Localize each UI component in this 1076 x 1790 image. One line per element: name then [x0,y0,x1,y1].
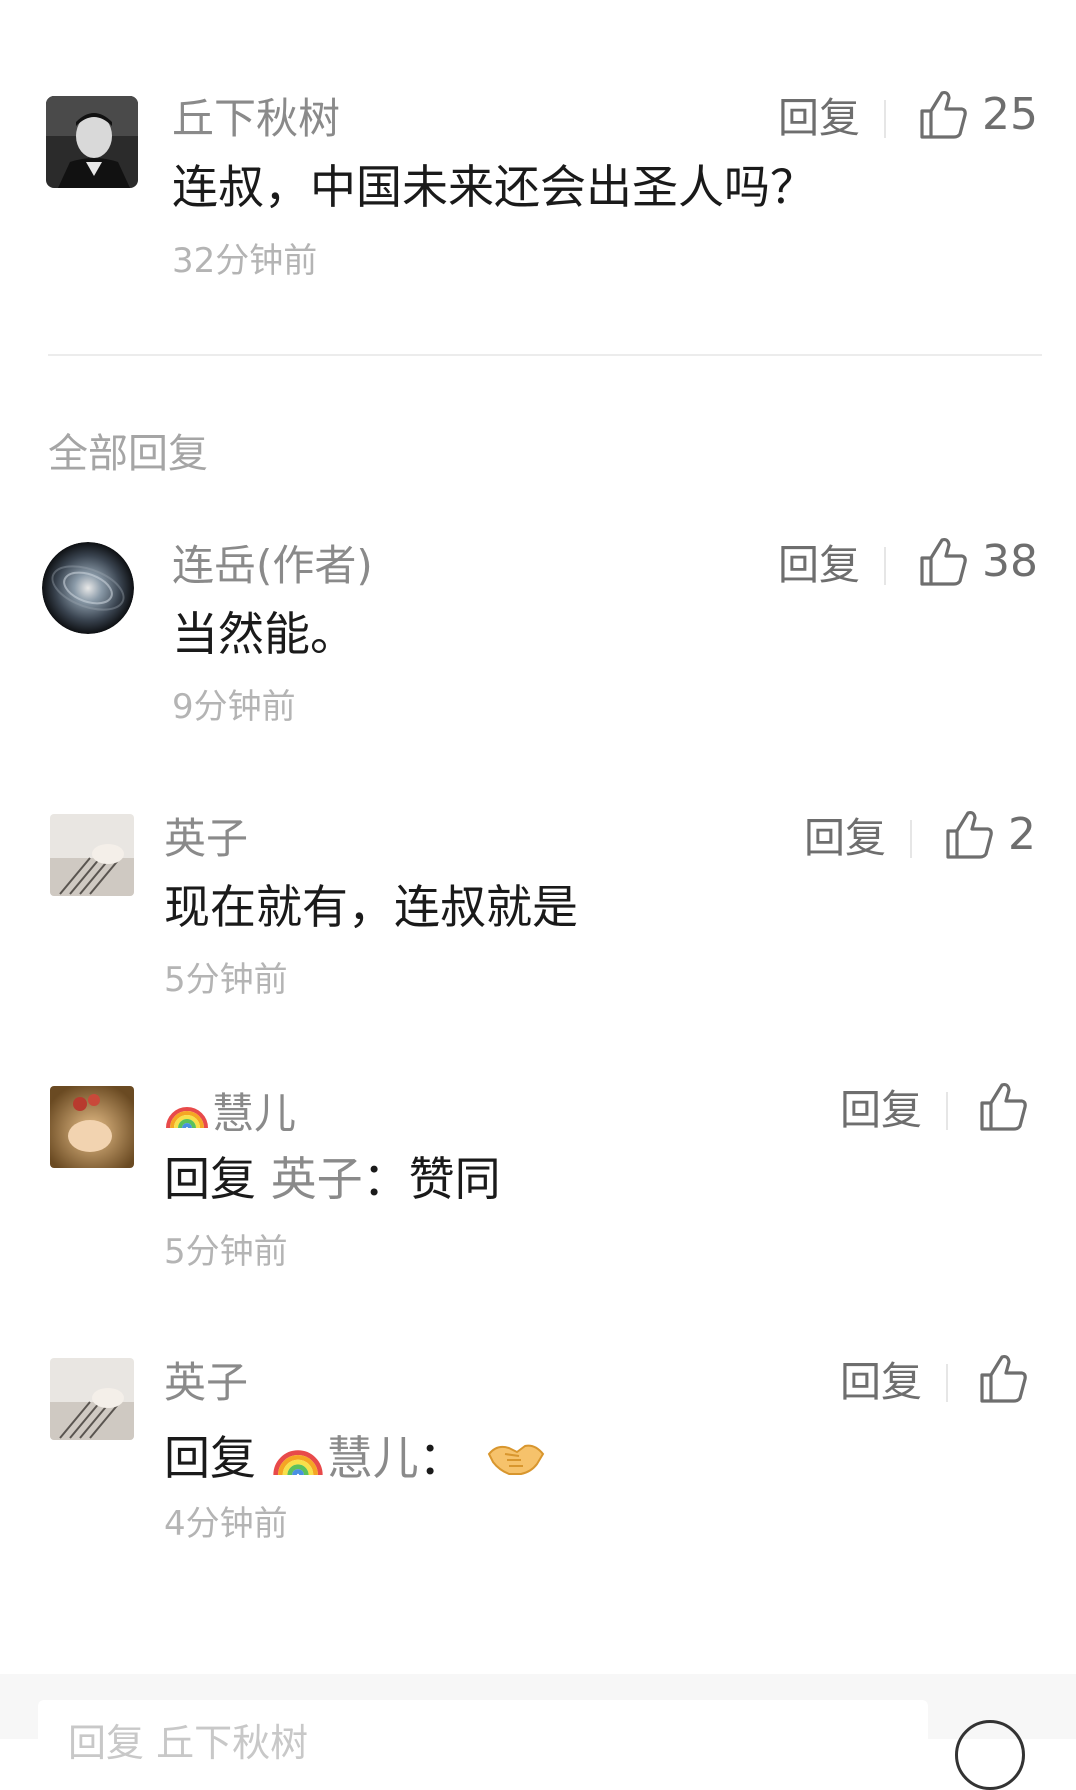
section-title: 全部回复 [48,431,208,477]
reply-text: 回复 慧儿： [164,1428,545,1482]
reply-time: 5分钟前 [164,960,288,1000]
reply-prefix: 回复 [164,1152,271,1206]
like-button[interactable] [978,1080,1028,1134]
reply-input[interactable]: 回复 丘下秋树 [38,1700,928,1765]
action-separator [946,1364,948,1402]
reply-button[interactable]: 回复 [778,545,860,586]
avatar-reply-author[interactable] [42,542,134,634]
like-count: 25 [982,89,1038,140]
comment-time: 32分钟前 [172,241,318,281]
thumbs-up-icon [920,90,967,139]
handshake-icon [487,1444,544,1475]
action-separator [884,547,886,585]
reply-author[interactable]: 连岳(作者) [172,545,373,587]
reply-text: 现在就有，连叔就是 [164,880,578,934]
avatar-reply-author[interactable] [50,814,134,896]
reply-text: 回复 英子：赞同 [164,1156,501,1202]
comment-text: 连叔，中国未来还会出圣人吗？ [172,160,816,214]
action-separator [910,820,912,858]
like-button[interactable]: 2 [944,808,1036,862]
thumbs-up-icon [980,1354,1027,1403]
reply-suffix: ： [418,1431,465,1485]
like-count: 38 [982,536,1038,587]
divider [48,354,1042,356]
avatar-reply-author[interactable] [50,1358,134,1440]
like-button[interactable] [978,1352,1028,1406]
reply-text: 当然能。 [172,607,356,661]
thumbs-up-icon [946,810,993,859]
reply-prefix: 回复 [164,1431,271,1485]
reply-time: 5分钟前 [164,1232,288,1272]
reply-button[interactable]: 回复 [778,98,860,139]
reply-button[interactable]: 回复 [840,1362,922,1403]
thumbs-up-icon [920,537,967,586]
action-separator [946,1092,948,1130]
mentioned-user[interactable]: 英子 [271,1152,363,1206]
action-separator [884,100,886,138]
reply-author[interactable]: 慧儿 [164,1088,296,1135]
like-count: 2 [1008,809,1036,860]
reply-suffix: ：赞同 [362,1152,501,1206]
reply-author[interactable]: 英子 [164,818,248,860]
reply-author[interactable]: 英子 [164,1362,248,1404]
like-button[interactable]: 38 [918,535,1038,589]
mentioned-user[interactable]: 慧儿 [327,1431,419,1485]
reply-author-label: 慧儿 [212,1089,297,1138]
reply-button[interactable]: 回复 [840,1090,922,1131]
avatar-reply-author[interactable] [50,1086,134,1168]
comment-author[interactable]: 丘下秋树 [172,98,340,140]
emoji-icon[interactable] [955,1720,1025,1790]
reply-button[interactable]: 回复 [804,818,886,859]
like-button[interactable]: 25 [918,88,1038,142]
rainbow-icon [272,1450,323,1476]
thumbs-up-icon [980,1082,1027,1131]
avatar-main-author[interactable] [46,96,138,188]
reply-time: 4分钟前 [164,1504,288,1544]
rainbow-icon [166,1107,208,1129]
reply-time: 9分钟前 [172,687,296,727]
